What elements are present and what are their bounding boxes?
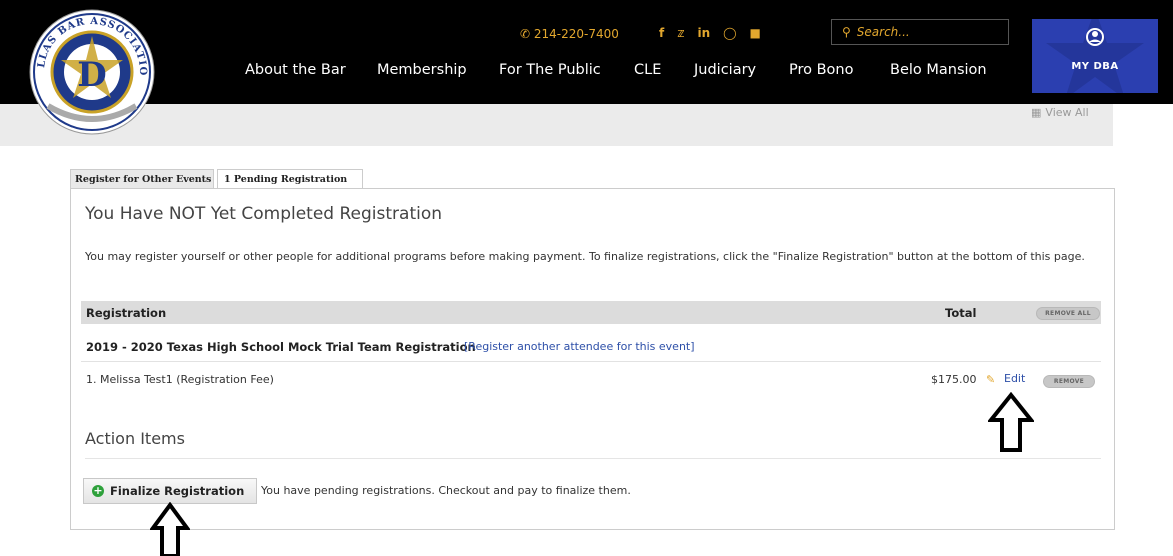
registration-tabs: Register for Other Events 1 Pending Regi… [70,169,366,189]
action-items-heading: Action Items [85,429,185,448]
arrow-up-icon [988,392,1034,452]
search-input[interactable] [854,24,989,40]
pencil-icon[interactable]: ✎ [986,373,995,386]
tab-pending-registration[interactable]: 1 Pending Registration [217,169,363,189]
view-all-label: View All [1045,106,1089,119]
facebook-icon[interactable]: f [659,26,664,40]
remove-button[interactable]: REMOVE [1043,375,1095,388]
search-box: ⚲ [831,19,1009,45]
nav-pro-bono[interactable]: Pro Bono [789,62,854,78]
linkedin-icon[interactable]: in [697,26,710,40]
flickr-icon[interactable]: ■ [750,26,761,40]
header-strip [0,104,1113,146]
nav-belo-mansion[interactable]: Belo Mansion [890,62,987,78]
tab-register-other-events[interactable]: Register for Other Events [70,169,214,188]
register-another-attendee-link[interactable]: [Register another attendee for this even… [464,340,695,353]
phone-contact[interactable]: ✆ 214-220-7400 [520,27,619,41]
plus-icon: + [92,484,104,497]
remove-all-button[interactable]: REMOVE ALL [1036,307,1100,320]
col-registration: Registration [86,306,167,320]
intro-text: You may register yourself or other peopl… [85,250,1085,263]
registration-panel: You Have NOT Yet Completed Registration … [70,188,1115,530]
attendee-line: 1. Melissa Test1 (Registration Fee) [86,373,274,386]
calendar-icon: ▦ [1031,106,1042,119]
page-title: You Have NOT Yet Completed Registration [85,204,443,224]
search-icon: ⚲ [842,25,851,39]
col-total: Total [945,306,977,320]
my-dba-label: MY DBA [1071,61,1119,72]
site-header [0,0,1173,104]
social-links: f 𝕫 in ◯ ■ [659,26,761,40]
event-row: 2019 - 2020 Texas High School Mock Trial… [81,325,1101,362]
nav-cle[interactable]: CLE [634,62,661,78]
nav-membership[interactable]: Membership [377,62,467,78]
nav-for-the-public[interactable]: For The Public [499,62,601,78]
edit-link[interactable]: Edit [1004,372,1025,385]
finalize-label: Finalize Registration [110,484,245,498]
finalize-registration-button[interactable]: + Finalize Registration [83,478,257,504]
arrow-up-icon-2 [150,502,190,556]
main-nav: About the Bar Membership For The Public … [0,62,1010,82]
instagram-icon[interactable]: ◯ [723,26,736,40]
table-header: Registration Total REMOVE ALL [81,301,1101,324]
event-name: 2019 - 2020 Texas High School Mock Trial… [86,340,476,354]
divider [85,458,1101,459]
pending-message: You have pending registrations. Checkout… [261,484,631,497]
view-all-link[interactable]: ▦ View All [1031,106,1089,119]
nav-about-the-bar[interactable]: About the Bar [245,62,346,78]
nav-judiciary[interactable]: Judiciary [694,62,756,78]
twitter-icon[interactable]: 𝕫 [677,26,684,40]
star-icon [1046,19,1144,93]
phone-number: 214-220-7400 [533,27,619,41]
phone-icon: ✆ [520,27,531,41]
attendee-amount: $175.00 [931,373,977,386]
my-dba-button[interactable]: MY DBA [1032,19,1158,93]
